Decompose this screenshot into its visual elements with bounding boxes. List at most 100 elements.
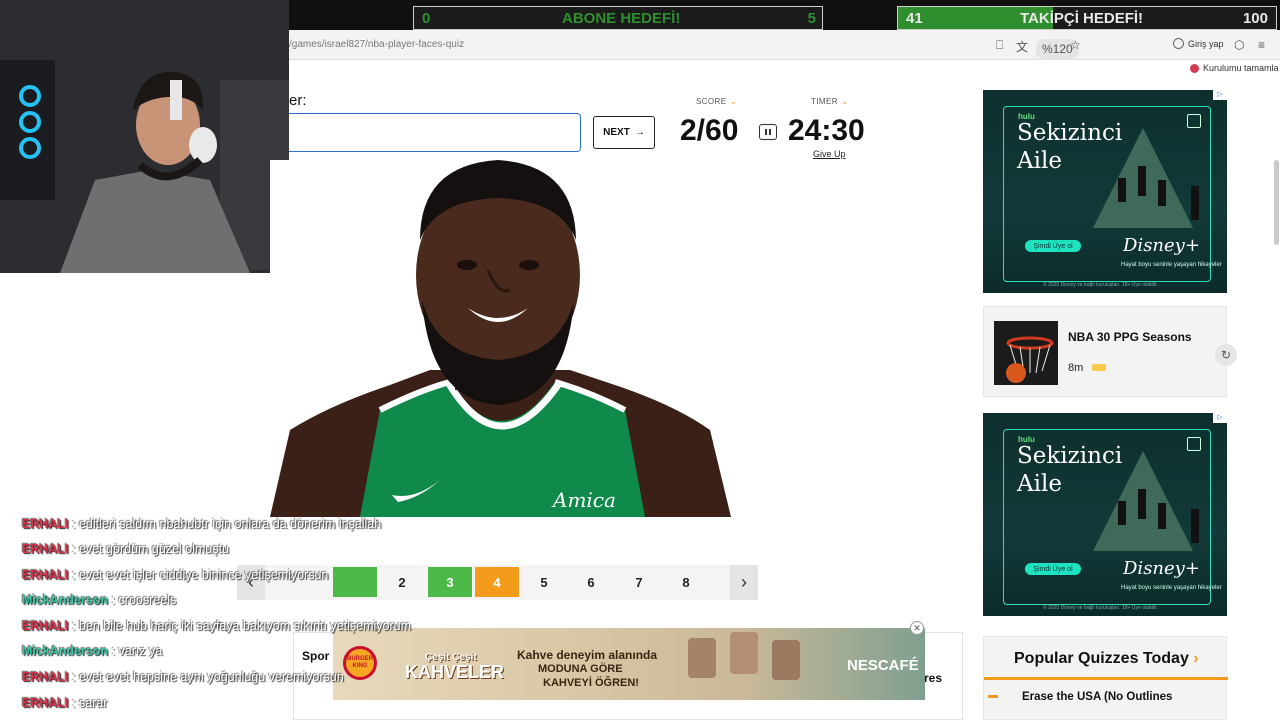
setup-icon	[1190, 63, 1199, 73]
ad-title-line2: Aile	[1017, 471, 1062, 497]
popular-quizzes-heading[interactable]: Popular Quizzes Today ›	[1014, 650, 1199, 668]
popular-quizzes-panel: Popular Quizzes Today › Erase the USA (N…	[983, 636, 1228, 720]
sidebar-ad-top[interactable]: hulu Sekizinci Aile Şimdi Üye ol Disney+…	[983, 90, 1227, 293]
give-up-link[interactable]: Give Up	[813, 149, 846, 159]
score-value: 2/60	[680, 114, 739, 147]
chat-text: : ben bile hub hariç iki sayfaya bakıyom…	[68, 619, 412, 633]
chat-message: ERHALI : evet evet hepsine aynı yoğunluğ…	[22, 670, 344, 684]
ad-tagline: Hayat boyu seninle yaşayan hikayeler	[1121, 585, 1222, 591]
ad-tagline: Hayat boyu seninle yaşayan hikayeler	[1121, 262, 1222, 268]
basketball-hoop-thumbnail	[994, 321, 1058, 385]
bookmark-star-icon[interactable]: ☆	[1070, 38, 1081, 52]
pager-next-button[interactable]: ›	[730, 565, 758, 600]
pager-item[interactable]: 4	[475, 567, 519, 597]
popular-accent-bar	[984, 677, 1228, 680]
pager-item[interactable]	[333, 567, 377, 597]
category-label-right: res	[924, 671, 943, 685]
chat-message: ERHALI : evet gördüm güzel olmuştu	[22, 542, 229, 556]
browser-address-bar[interactable]: /games/israel827/nba-player-faces-quiz	[289, 30, 1280, 60]
coffee-cups-image	[688, 632, 800, 680]
chat-message: MickAnderson : croosreels	[22, 593, 176, 607]
chat-text: : varız ya	[108, 644, 163, 658]
chat-message: ERHALI : sarar	[22, 696, 107, 710]
adchoices-icon[interactable]: ▷	[1213, 90, 1227, 100]
svg-text:Amica: Amica	[551, 488, 616, 512]
translate-icon[interactable]: 文	[1016, 38, 1028, 55]
pager-item[interactable]: 6	[569, 567, 613, 597]
related-quiz-time: 8m	[1068, 362, 1084, 374]
pager-item[interactable]: 8	[664, 567, 708, 597]
chat-username: ERHALI	[22, 542, 69, 556]
answer-input[interactable]	[289, 113, 581, 152]
extensions-icon[interactable]: ⬡	[1234, 38, 1244, 52]
chat-username: ERHALI	[22, 568, 69, 582]
related-quiz-title[interactable]: NBA 30 PPG Seasons	[1068, 330, 1192, 344]
chat-text: : evet gördüm güzel olmuştu	[68, 542, 230, 556]
chat-username: ERHALI	[22, 517, 69, 531]
refresh-icon[interactable]: ↻	[1215, 344, 1237, 366]
pause-button[interactable]	[759, 124, 777, 140]
score-dropdown[interactable]: SCORE ⌄	[696, 96, 737, 107]
chat-username: MickAnderson	[22, 593, 109, 607]
ad-artwork	[1093, 128, 1199, 228]
setup-label: Kurulumu tamamla	[1203, 63, 1279, 73]
ad-cta-button[interactable]: Şimdi Üye ol	[1025, 240, 1081, 252]
chat-username: MickAnderson	[22, 644, 109, 658]
subscriber-goal-target: 5	[807, 9, 816, 27]
chat-message: MickAnderson : varız ya	[22, 644, 162, 658]
nescafe-logo: NESCAFÉ	[847, 657, 919, 674]
ad-title-line2: Aile	[1017, 148, 1062, 174]
follower-goal-label: TAKİPÇİ HEDEFİ!	[1020, 9, 1144, 27]
player-photo: Amica	[270, 160, 731, 517]
ad-artwork	[1093, 451, 1199, 551]
close-icon[interactable]: ✕	[910, 621, 924, 635]
page-scrollbar[interactable]	[1274, 160, 1279, 245]
next-label: NEXT	[603, 127, 630, 138]
sidebar-ad-bottom[interactable]: hulu Sekizinci Aile Şimdi Üye ol Disney+…	[983, 413, 1227, 616]
subscriber-goal-bar: 0 ABONE HEDEFİ! 5	[413, 6, 823, 30]
timer-dropdown[interactable]: TIMER ⌄	[811, 96, 849, 107]
banner-line2: KAHVELER	[405, 662, 505, 682]
pager-item[interactable]: 5	[522, 567, 566, 597]
install-app-icon[interactable]: ⎕	[996, 38, 1003, 53]
chevron-right-icon: ›	[1193, 650, 1199, 667]
complete-setup-button[interactable]: Kurulumu tamamla	[1190, 63, 1279, 73]
sign-in-button[interactable]: Giriş yap	[1173, 38, 1224, 49]
chat-message: ERHALI : evet evet işler ciddiye binince…	[22, 568, 328, 582]
ad-fine-print: © 2025 Disney ve bağlı kuruluşları. 18+ …	[1043, 282, 1158, 288]
sign-in-label: Giriş yap	[1188, 38, 1224, 49]
ad-cta-button[interactable]: Şimdi Üye ol	[1025, 563, 1081, 575]
chat-username: ERHALI	[22, 696, 69, 710]
banner-ad[interactable]: BURGER KING Çeşit Çeşit KAHVELER Kahve d…	[333, 628, 925, 700]
banner-headline1: Kahve deneyim alanında	[517, 648, 658, 662]
pager-item[interactable]: 3	[428, 567, 472, 597]
pager-item[interactable]: 2	[380, 567, 424, 597]
score-label: SCORE	[696, 97, 727, 106]
timer-label: TIMER	[811, 97, 838, 106]
menu-icon[interactable]: ≡	[1258, 38, 1265, 52]
pause-icon	[765, 129, 767, 135]
timer-value: 24:30	[788, 114, 865, 147]
disney-plus-logo: Disney+	[1123, 235, 1200, 256]
banner-headline3: KAHVEYİ ÖĞREN!	[543, 677, 639, 689]
popular-quiz-item[interactable]: Erase the USA (No Outlines	[1022, 691, 1172, 703]
next-button[interactable]: NEXT →	[593, 116, 655, 149]
chat-message: ERHALI : editleri saldım nbahubtr için o…	[22, 517, 381, 531]
player-face-image: Amica	[270, 160, 731, 517]
adchoices-icon[interactable]: ▷	[1213, 413, 1227, 423]
subscriber-goal-label: ABONE HEDEFİ!	[562, 9, 681, 27]
popular-heading-text: Popular Quizzes Today	[1014, 650, 1189, 667]
webcam-overlay	[0, 0, 289, 273]
related-quiz-card[interactable]: NBA 30 PPG Seasons 8m ↻	[983, 306, 1237, 397]
profile-icon	[1173, 38, 1184, 49]
pager-item[interactable]: 7	[617, 567, 661, 597]
chat-text: : editleri saldım nbahubtr için onlara d…	[68, 517, 382, 531]
follower-goal-bar: 41 TAKİPÇİ HEDEFİ! 100	[897, 6, 1277, 30]
chat-username: ERHALI	[22, 619, 69, 633]
badge-icon	[1092, 364, 1106, 371]
burger-king-logo: BURGER KING	[343, 646, 377, 680]
chevron-right-icon: ›	[741, 572, 747, 592]
url-text[interactable]: /games/israel827/nba-player-faces-quiz	[289, 39, 464, 50]
list-marker	[988, 695, 998, 698]
chevron-down-icon: ⌄	[840, 96, 849, 106]
